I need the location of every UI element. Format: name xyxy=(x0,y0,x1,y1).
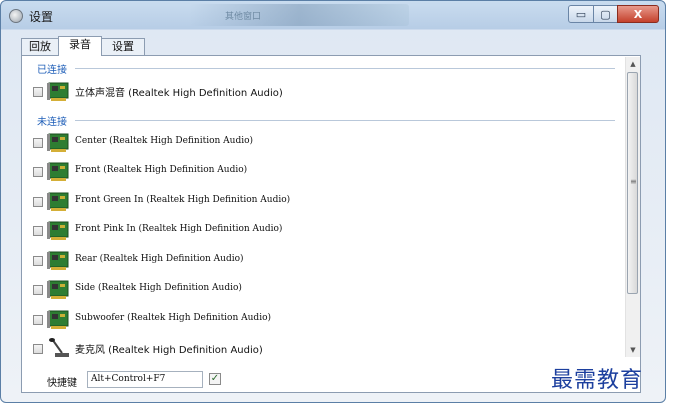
window-title: 设置 xyxy=(29,10,54,24)
sound-card-icon xyxy=(47,221,69,240)
grip-icon: ≡ xyxy=(630,177,637,186)
device-label: Side (Realtek High Definition Audio) xyxy=(75,283,242,293)
sound-card-icon xyxy=(47,133,69,152)
title-bar[interactable]: 设置 其他窗口 ▭ ▢ X xyxy=(1,1,665,30)
vertical-scrollbar[interactable]: ▲ ≡ ▼ xyxy=(625,57,640,357)
sound-card-icon xyxy=(47,162,69,181)
recording-panel: 已连接 立体声混音 (Realtek High Definition Audio… xyxy=(21,55,641,393)
device-checkbox[interactable] xyxy=(33,344,43,354)
sound-card-icon xyxy=(47,280,69,299)
device-checkbox[interactable] xyxy=(33,315,43,325)
list-item[interactable]: Front Pink In (Realtek High Definition A… xyxy=(31,219,621,243)
hotkey-label: 快捷键 xyxy=(47,378,77,389)
watermark-text: 最需教育 xyxy=(551,368,644,393)
device-checkbox[interactable] xyxy=(33,256,43,266)
device-label: Center (Realtek High Definition Audio) xyxy=(75,136,254,146)
hotkey-input[interactable]: Alt+Control+F7 xyxy=(87,371,203,388)
hotkey-enabled-checkbox[interactable]: ✓ xyxy=(209,373,221,385)
sound-card-icon xyxy=(47,251,69,270)
list-item[interactable]: Front Green In (Realtek High Definition … xyxy=(31,190,621,214)
tab-recording[interactable]: 录音 xyxy=(58,36,102,56)
device-label: Rear (Realtek High Definition Audio) xyxy=(75,254,244,264)
close-button[interactable]: X xyxy=(617,5,659,23)
settings-gear-icon xyxy=(9,9,23,23)
blurred-title: 其他窗口 xyxy=(225,12,262,22)
minimize-button[interactable]: ▭ xyxy=(568,5,594,23)
device-list[interactable]: 已连接 立体声混音 (Realtek High Definition Audio… xyxy=(23,57,624,357)
list-item[interactable]: Front (Realtek High Definition Audio) xyxy=(31,160,621,184)
list-item[interactable]: 麦克风 (Realtek High Definition Audio) xyxy=(31,337,621,357)
device-checkbox[interactable] xyxy=(33,285,43,295)
sound-card-icon xyxy=(47,192,69,211)
device-label: Front Pink In (Realtek High Definition A… xyxy=(75,224,283,234)
device-checkbox[interactable] xyxy=(33,138,43,148)
device-label: 麦克风 (Realtek High Definition Audio) xyxy=(75,345,263,356)
group-label-disconnected: 未连接 xyxy=(37,117,67,128)
tab-playback[interactable]: 回放 xyxy=(21,38,59,55)
scroll-down-arrow-icon[interactable]: ▼ xyxy=(626,343,640,357)
scroll-up-arrow-icon[interactable]: ▲ xyxy=(626,57,640,71)
microphone-icon xyxy=(49,338,69,357)
device-checkbox[interactable] xyxy=(33,197,43,207)
background-window-blur: 其他窗口 xyxy=(189,4,409,26)
tab-settings[interactable]: 设置 xyxy=(101,38,145,55)
device-label: Subwoofer (Realtek High Definition Audio… xyxy=(75,313,272,323)
device-label: Front Green In (Realtek High Definition … xyxy=(75,195,291,205)
group-divider xyxy=(75,68,615,69)
device-checkbox[interactable] xyxy=(33,87,43,97)
device-checkbox[interactable] xyxy=(33,167,43,177)
sound-card-icon xyxy=(47,82,69,101)
list-item[interactable]: Rear (Realtek High Definition Audio) xyxy=(31,249,621,273)
group-divider xyxy=(75,120,615,121)
device-label: Front (Realtek High Definition Audio) xyxy=(75,165,248,175)
device-label: 立体声混音 (Realtek High Definition Audio) xyxy=(75,88,283,99)
settings-window: 设置 其他窗口 ▭ ▢ X 回放 录音 设置 已连接 立体声混音 (Realte… xyxy=(0,0,666,403)
list-item[interactable]: Subwoofer (Realtek High Definition Audio… xyxy=(31,308,621,332)
list-item[interactable]: Center (Realtek High Definition Audio) xyxy=(31,131,621,155)
list-item[interactable]: Side (Realtek High Definition Audio) xyxy=(31,278,621,302)
list-item[interactable]: 立体声混音 (Realtek High Definition Audio) xyxy=(31,80,621,104)
sound-card-icon xyxy=(47,310,69,329)
device-checkbox[interactable] xyxy=(33,226,43,236)
group-label-connected: 已连接 xyxy=(37,65,67,76)
maximize-button[interactable]: ▢ xyxy=(593,5,618,23)
scrollbar-thumb[interactable]: ≡ xyxy=(627,72,638,294)
